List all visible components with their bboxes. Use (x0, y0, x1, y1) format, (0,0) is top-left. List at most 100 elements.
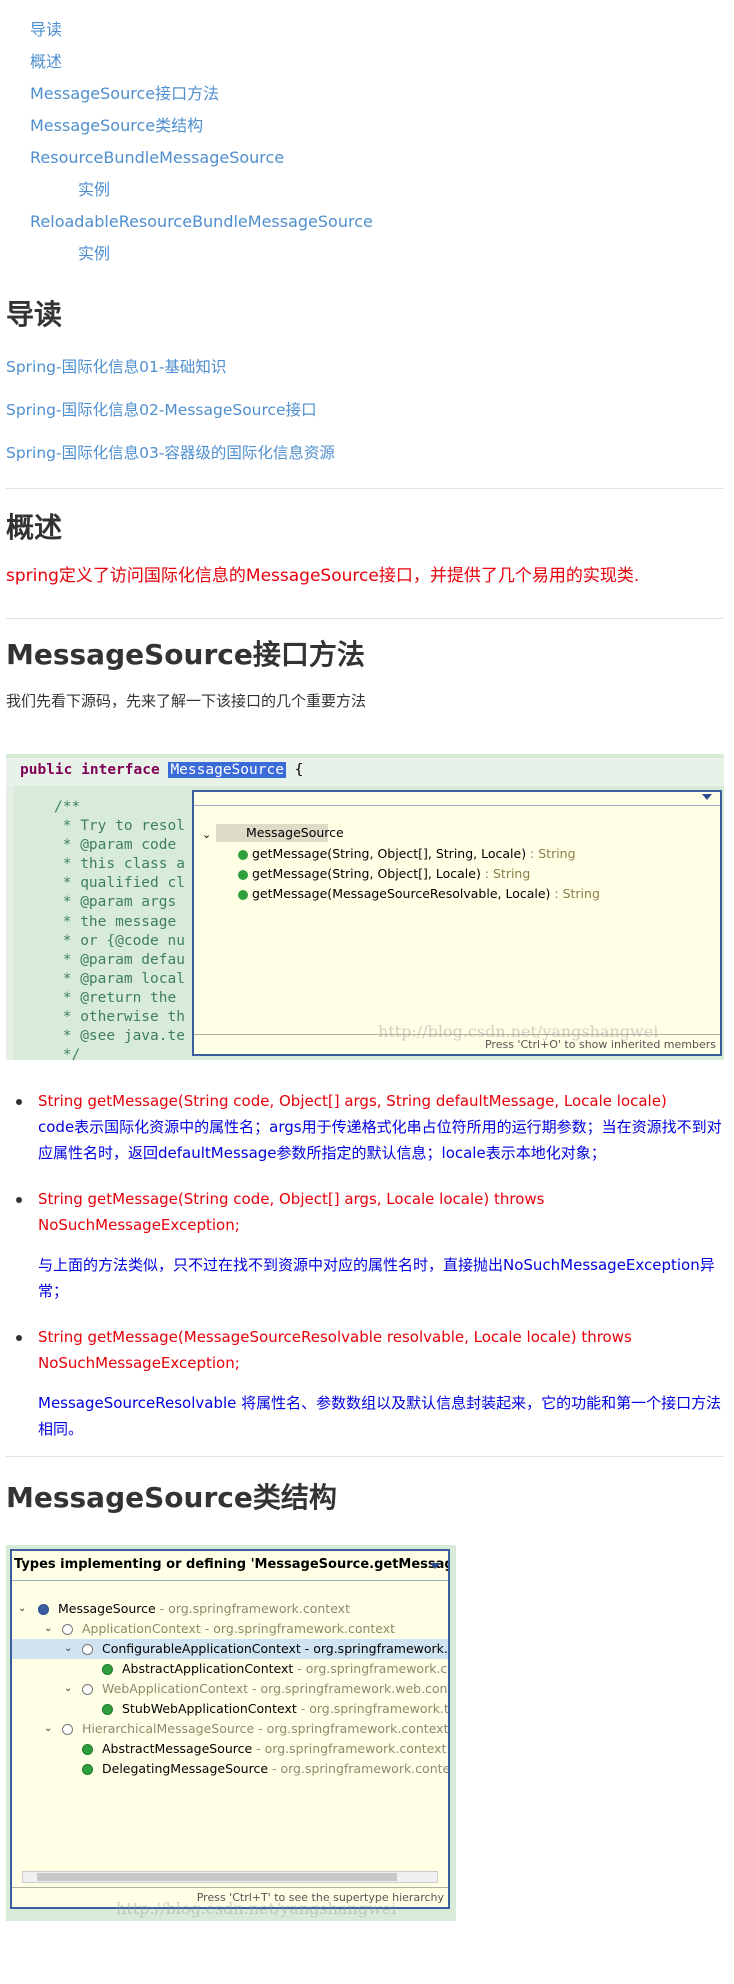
scrollbar-thumb[interactable] (37, 1873, 397, 1881)
divider (6, 1456, 724, 1457)
quick-outline-popup: ⌄ MessageSource getMessage(String, Objec… (192, 790, 722, 1056)
method-signature: getMessage(String, Object[], Locale) (252, 866, 481, 881)
toc-item-structure[interactable]: MessageSource类结构 (30, 110, 373, 142)
guide-link[interactable]: Spring-国际化信息03-容器级的国际化信息资源 (6, 444, 335, 462)
method-description-text: code表示国际化资源中的属性名；args用于传递格式化串占位符所用的运行期参数… (38, 1118, 722, 1162)
tree-label: AbstractApplicationContext - org.springf… (122, 1661, 448, 1676)
outline-method[interactable]: getMessage(MessageSourceResolvable, Loca… (252, 886, 600, 901)
popup-title: Types implementing or defining 'MessageS… (12, 1551, 448, 1581)
expand-arrow-icon[interactable]: ⌄ (64, 1639, 72, 1659)
guide-link-list: Spring-国际化信息01-基础知识 Spring-国际化信息02-Messa… (6, 346, 335, 475)
hierarchy-screenshot: Types implementing or defining 'MessageS… (6, 1545, 456, 1921)
watermark: http://blog.csdn.net/yangshangwei (116, 1899, 397, 1918)
method-signature-text: String getMessage(String code, Object[] … (38, 1190, 545, 1234)
toc-link[interactable]: MessageSource类结构 (30, 116, 203, 135)
type-tree: ⌄ MessageSource - org.springframework.co… (12, 1599, 448, 1779)
toc-item-resourcebundle[interactable]: ResourceBundleMessageSource (30, 142, 373, 174)
interface-icon (82, 1644, 93, 1655)
toc-link[interactable]: ReloadableResourceBundleMessageSource (30, 212, 373, 231)
expand-arrow-icon[interactable]: ⌄ (202, 828, 211, 841)
section-heading-daodu: 导读 (6, 298, 63, 331)
method-return-type: : String (526, 846, 576, 861)
tree-row[interactable]: ⌄ MessageSource - org.springframework.co… (12, 1599, 448, 1619)
toc-item-gaishu[interactable]: 概述 (30, 46, 373, 78)
tree-row[interactable]: ⌄ WebApplicationContext - org.springfram… (12, 1679, 448, 1699)
interface-icon (62, 1724, 73, 1735)
popup-filter-bar[interactable] (194, 792, 720, 806)
tree-label: WebApplicationContext - org.springframew… (102, 1681, 448, 1696)
toc-item-example-2[interactable]: 实例 (30, 238, 373, 270)
tree-row[interactable]: ⌄ ApplicationContext - org.springframewo… (12, 1619, 448, 1639)
method-return-type: : String (550, 886, 600, 901)
public-method-icon (238, 890, 248, 900)
method-description-text: 与上面的方法类似，只不过在找不到资源中对应的属性名时，直接抛出NoSuchMes… (38, 1256, 715, 1300)
keyword-interface: interface (81, 762, 160, 778)
method-return-type: : String (480, 866, 531, 881)
tree-label: MessageSource - org.springframework.cont… (58, 1601, 350, 1616)
keyword-public: public (20, 762, 73, 778)
toc-link[interactable]: 实例 (78, 180, 110, 199)
methods-intro-text: 我们先看下源码，先来了解一下该接口的几个重要方法 (6, 692, 367, 710)
toc-link[interactable]: 概述 (30, 52, 62, 71)
toc-link[interactable]: MessageSource接口方法 (30, 84, 219, 103)
editor-gutter (6, 786, 14, 1060)
section-heading-gaishu: 概述 (6, 511, 63, 544)
interface-icon (62, 1624, 73, 1635)
tree-label: HierarchicalMessageSource - org.springfr… (82, 1721, 448, 1736)
section-heading-methods: MessageSource接口方法 (6, 638, 365, 671)
method-signature-text: String getMessage(MessageSourceResolvabl… (38, 1328, 632, 1372)
overview-text: spring定义了访问国际化信息的MessageSource接口，并提供了几个易… (6, 566, 640, 586)
public-method-icon (238, 850, 248, 860)
chevron-down-icon[interactable] (430, 1563, 440, 1569)
toc-link[interactable]: 导读 (30, 20, 62, 39)
javadoc-comment: /** * Try to resol * @param code * this … (54, 799, 185, 1060)
type-hierarchy-popup: Types implementing or defining 'MessageS… (10, 1549, 450, 1909)
class-icon (102, 1704, 113, 1715)
tree-row[interactable]: ⌄ HierarchicalMessageSource - org.spring… (12, 1719, 448, 1739)
abstract-class-icon (82, 1744, 93, 1755)
interface-declaration: public interface MessageSource { (20, 762, 303, 778)
selected-type-name: MessageSource (168, 762, 286, 778)
open-brace: { (294, 762, 304, 778)
table-of-contents: 导读 概述 MessageSource接口方法 MessageSource类结构… (30, 14, 373, 270)
expand-arrow-icon[interactable]: ⌄ (44, 1619, 52, 1639)
code-screenshot: public interface MessageSource { /** * T… (6, 754, 724, 1060)
toc-item-example-1[interactable]: 实例 (30, 174, 373, 206)
chevron-down-icon[interactable] (702, 794, 712, 800)
guide-link[interactable]: Spring-国际化信息01-基础知识 (6, 358, 226, 376)
outline-method[interactable]: getMessage(String, Object[], String, Loc… (252, 846, 576, 861)
toc-item-reloadable[interactable]: ReloadableResourceBundleMessageSource (30, 206, 373, 238)
method-description-text: MessageSourceResolvable 将属性名、参数数组以及默认信息封… (38, 1394, 722, 1438)
expand-arrow-icon[interactable]: ⌄ (64, 1679, 72, 1699)
list-item: String getMessage(String code, Object[] … (16, 1088, 730, 1166)
toc-item-daodu[interactable]: 导读 (30, 14, 373, 46)
class-icon (82, 1764, 93, 1775)
expand-arrow-icon[interactable]: ⌄ (44, 1719, 52, 1739)
toc-link[interactable]: 实例 (78, 244, 110, 263)
tree-label: ConfigurableApplicationContext - org.spr… (102, 1641, 448, 1656)
tree-label: StubWebApplicationContext - org.springfr… (122, 1701, 448, 1716)
tree-row[interactable]: DelegatingMessageSource - org.springfram… (12, 1759, 448, 1779)
method-signature: getMessage(MessageSourceResolvable, Loca… (252, 886, 551, 901)
horizontal-scrollbar[interactable] (22, 1871, 438, 1883)
method-signature: getMessage(String, Object[], String, Loc… (252, 846, 527, 861)
toc-link[interactable]: ResourceBundleMessageSource (30, 148, 284, 167)
list-item: String getMessage(String code, Object[] … (16, 1186, 730, 1304)
tree-label: AbstractMessageSource - org.springframew… (102, 1741, 448, 1756)
outline-root[interactable]: MessageSource (216, 824, 344, 842)
outline-method[interactable]: getMessage(String, Object[], Locale) : S… (252, 866, 530, 881)
list-item: String getMessage(MessageSourceResolvabl… (16, 1324, 730, 1442)
tree-row[interactable]: AbstractApplicationContext - org.springf… (12, 1659, 448, 1679)
expand-arrow-icon[interactable]: ⌄ (18, 1599, 26, 1619)
tree-label: ApplicationContext - org.springframework… (82, 1621, 396, 1636)
divider (6, 618, 724, 619)
public-method-icon (238, 870, 248, 880)
guide-link[interactable]: Spring-国际化信息02-MessageSource接口 (6, 401, 317, 419)
toc-item-methods[interactable]: MessageSource接口方法 (30, 78, 373, 110)
divider (6, 488, 724, 489)
watermark: http://blog.csdn.net/yangshangwei (378, 1022, 659, 1041)
tree-row[interactable]: StubWebApplicationContext - org.springfr… (12, 1699, 448, 1719)
section-heading-structure: MessageSource类结构 (6, 1481, 337, 1514)
tree-row-selected[interactable]: ⌄ ConfigurableApplicationContext - org.s… (12, 1639, 448, 1659)
tree-row[interactable]: AbstractMessageSource - org.springframew… (12, 1739, 448, 1759)
